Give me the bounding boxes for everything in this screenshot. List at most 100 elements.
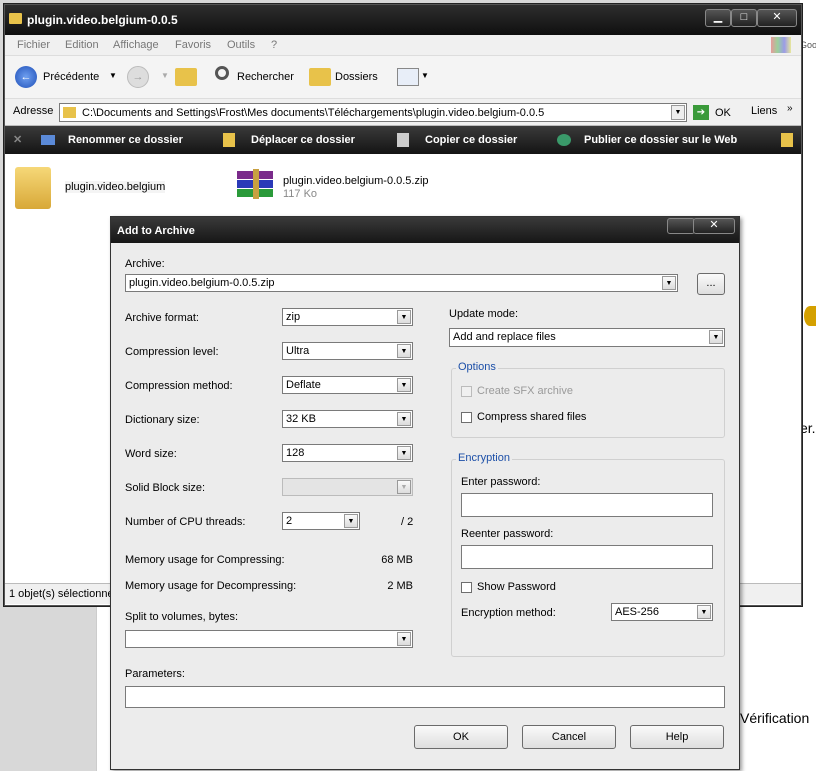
- compression-method-value: Deflate: [286, 379, 321, 391]
- encryption-legend: Encryption: [456, 452, 512, 464]
- forward-dropdown-icon[interactable]: ▼: [161, 71, 169, 80]
- word-size-select[interactable]: 128 ▼: [282, 444, 413, 462]
- encryption-method-select[interactable]: AES-256 ▼: [611, 603, 713, 621]
- go-button-label[interactable]: OK: [715, 107, 731, 119]
- file-name-folder[interactable]: plugin.video.belgium: [65, 181, 166, 193]
- background-text: er.: [800, 420, 816, 436]
- rename-icon: [41, 135, 55, 145]
- folder-icon[interactable]: [15, 167, 51, 209]
- back-arrow-icon[interactable]: ←: [15, 66, 37, 88]
- update-mode-select[interactable]: Add and replace files ▼: [449, 328, 725, 347]
- dialog-titlebar: Add to Archive ✕: [111, 217, 739, 243]
- compress-shared-checkbox[interactable]: [461, 412, 472, 423]
- file-name-zip[interactable]: plugin.video.belgium-0.0.5.zip: [283, 175, 429, 187]
- back-button-label[interactable]: Précédente: [43, 71, 99, 83]
- enter-password-input[interactable]: [461, 493, 713, 517]
- dialog-help-button[interactable]: [667, 218, 695, 234]
- menu-edition[interactable]: Edition: [65, 39, 99, 51]
- browse-button[interactable]: ...: [697, 273, 725, 295]
- minimize-button[interactable]: ▁: [705, 9, 731, 27]
- task-copy[interactable]: Copier ce dossier: [425, 134, 517, 146]
- chevron-down-icon: ▼: [397, 480, 411, 494]
- address-bar: Adresse C:\Documents and Settings\Frost\…: [5, 99, 801, 126]
- dictionary-size-label: Dictionary size:: [125, 414, 200, 426]
- parameters-input[interactable]: [125, 686, 725, 708]
- task-rename[interactable]: Renommer ce dossier: [68, 134, 183, 146]
- task-move[interactable]: Déplacer ce dossier: [251, 134, 355, 146]
- background-verification-text: Vérification: [740, 710, 810, 726]
- address-dropdown-icon[interactable]: ▼: [671, 105, 685, 120]
- dictionary-size-select[interactable]: 32 KB ▼: [282, 410, 413, 428]
- chevron-down-icon[interactable]: ▼: [397, 446, 411, 460]
- cpu-threads-value: 2: [286, 515, 293, 527]
- archive-combo[interactable]: plugin.video.belgium-0.0.5.zip ▼: [125, 274, 678, 292]
- views-dropdown-icon[interactable]: ▼: [421, 71, 429, 80]
- folder-icon: [9, 13, 22, 24]
- folders-button-label[interactable]: Dossiers: [335, 71, 378, 83]
- links-chevron-icon[interactable]: »: [787, 103, 793, 114]
- menu-help[interactable]: ?: [271, 39, 277, 51]
- archive-format-select[interactable]: zip ▼: [282, 308, 413, 326]
- chevron-down-icon[interactable]: ▼: [697, 605, 711, 619]
- dialog-close-button[interactable]: ✕: [693, 218, 735, 234]
- sfx-label: Create SFX archive: [477, 385, 573, 397]
- compress-shared-label[interactable]: Compress shared files: [477, 411, 586, 423]
- memory-decompress-value: 2 MB: [387, 580, 413, 592]
- explorer-titlebar: plugin.video.belgium-0.0.5 ▁ □ ✕: [5, 5, 801, 35]
- folders-icon[interactable]: [309, 68, 331, 86]
- chevron-down-icon[interactable]: ▼: [344, 514, 358, 528]
- search-button-label[interactable]: Rechercher: [237, 71, 294, 83]
- search-icon[interactable]: [215, 66, 229, 80]
- show-password-label[interactable]: Show Password: [477, 581, 556, 593]
- archive-format-label: Archive format:: [125, 312, 199, 324]
- solid-block-size-select: ▼: [282, 478, 413, 496]
- close-pane-icon[interactable]: ✕: [13, 133, 22, 146]
- folder-up-icon[interactable]: [175, 68, 197, 86]
- chevron-down-icon[interactable]: ▼: [709, 330, 723, 344]
- reenter-password-input[interactable]: [461, 545, 713, 569]
- chevron-down-icon[interactable]: ▼: [662, 276, 676, 290]
- rar-archive-icon[interactable]: [233, 167, 277, 203]
- word-size-label: Word size:: [125, 448, 177, 460]
- chevron-down-icon[interactable]: ▼: [397, 344, 411, 358]
- solid-block-size-label: Solid Block size:: [125, 482, 206, 494]
- chevron-down-icon[interactable]: ▼: [397, 378, 411, 392]
- menu-favoris[interactable]: Favoris: [175, 39, 211, 51]
- add-to-archive-dialog: Add to Archive ✕ Archive: plugin.video.b…: [110, 216, 740, 770]
- cpu-threads-select[interactable]: 2 ▼: [282, 512, 360, 530]
- compression-level-select[interactable]: Ultra ▼: [282, 342, 413, 360]
- help-button[interactable]: Help: [630, 725, 724, 749]
- address-input[interactable]: C:\Documents and Settings\Frost\Mes docu…: [59, 103, 687, 122]
- archive-label: Archive:: [125, 258, 165, 270]
- maximize-button[interactable]: □: [731, 9, 757, 27]
- compression-level-label: Compression level:: [125, 346, 219, 358]
- parameters-label: Parameters:: [125, 668, 185, 680]
- back-dropdown-icon[interactable]: ▼: [109, 71, 117, 80]
- views-icon[interactable]: [397, 68, 419, 86]
- go-arrow-icon[interactable]: ➔: [693, 105, 709, 120]
- status-text: 1 objet(s) sélectionné: [9, 588, 114, 600]
- show-password-checkbox[interactable]: [461, 582, 472, 593]
- cancel-button[interactable]: Cancel: [522, 725, 616, 749]
- menu-affichage[interactable]: Affichage: [113, 39, 159, 51]
- close-button[interactable]: ✕: [757, 9, 797, 27]
- chevron-down-icon[interactable]: ▼: [397, 632, 411, 646]
- split-volumes-label: Split to volumes, bytes:: [125, 611, 239, 623]
- menu-fichier[interactable]: Fichier: [17, 39, 50, 51]
- chevron-down-icon[interactable]: ▼: [397, 412, 411, 426]
- compression-method-select[interactable]: Deflate ▼: [282, 376, 413, 394]
- split-volumes-combo[interactable]: ▼: [125, 630, 413, 648]
- dictionary-size-value: 32 KB: [286, 413, 316, 425]
- chevron-down-icon[interactable]: ▼: [397, 310, 411, 324]
- ok-button[interactable]: OK: [414, 725, 508, 749]
- background-google-text: Goo: [800, 40, 816, 50]
- update-mode-label: Update mode:: [449, 308, 519, 320]
- links-label[interactable]: Liens: [751, 105, 777, 117]
- options-group: [451, 368, 725, 438]
- dialog-title: Add to Archive: [117, 225, 195, 237]
- menu-outils[interactable]: Outils: [227, 39, 255, 51]
- options-legend: Options: [456, 361, 498, 373]
- explorer-title: plugin.video.belgium-0.0.5: [27, 13, 178, 27]
- task-publish[interactable]: Publier ce dossier sur le Web: [584, 134, 737, 146]
- forward-arrow-icon[interactable]: →: [127, 66, 149, 88]
